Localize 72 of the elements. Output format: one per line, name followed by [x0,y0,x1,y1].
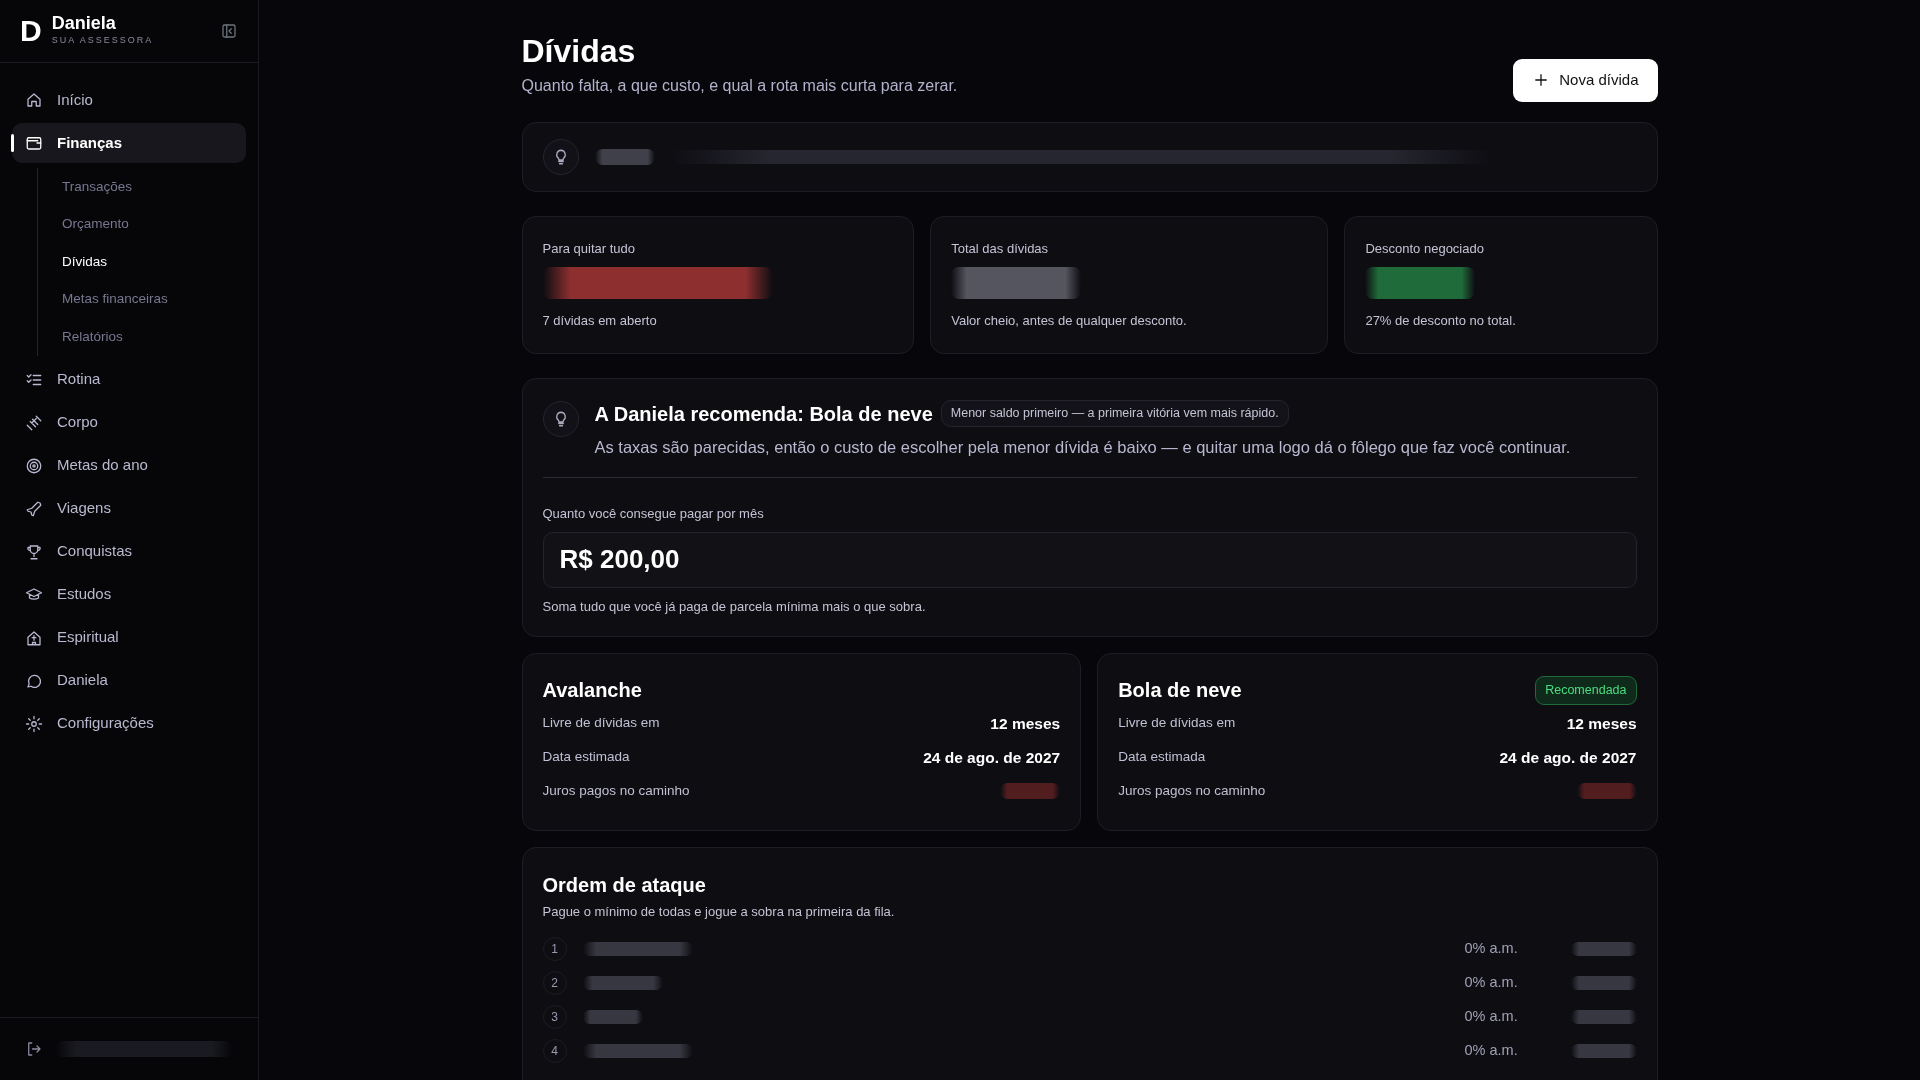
summary-label: Desconto negociado [1365,239,1485,258]
nav-subitem[interactable]: Dívidas [62,243,258,281]
bulb-icon [542,138,579,175]
monthly-payment-field[interactable]: R$ 200,00 [542,531,1637,588]
stat-value: 24 de ago. de 2027 [1499,747,1637,768]
interest-rate: 0% a.m. [1464,1040,1519,1060]
trophy-icon [25,542,43,561]
nav-subitem[interactable]: Orçamento [62,205,258,243]
stat-value: 12 meses [1566,713,1637,734]
page-subtitle: Quanto falta, a que custo, e qual a rota mais curta para zerar. [521,76,958,97]
nav-item[interactable]: Início [12,80,246,120]
stat-label: Livre de dívidas em [542,714,660,733]
section-subtitle: Pague o mínimo de todas e jogue a sobra na primeira da fila. [542,903,896,922]
sidebar-toggle-icon [220,22,238,40]
stat-label: Data estimada [1118,748,1206,767]
interest-rate: 0% a.m. [1464,1006,1519,1026]
summary-note: 7 dívidas em aberto [542,312,658,330]
nav-item[interactable]: Conquistas [12,531,246,572]
nav-item[interactable]: Finanças [12,123,246,163]
stat-label: Juros pagos no caminho [542,782,690,801]
wallet-icon [25,134,43,152]
recommendation-title: A Daniela recomenda: Bola de neve [594,401,933,427]
nav-item[interactable]: Estudos [12,574,246,615]
nav-item[interactable]: Viagens [12,488,246,529]
redacted-text [1570,1009,1637,1024]
redacted-text [1000,783,1061,800]
recommendation-text: As taxas são parecidas, então o custo de escolher pela menor dívida é baixo — e quitar uma logo dá o fôlego que faz você continuar. [594,436,1571,458]
nav-subitem[interactable]: Transações [62,168,258,206]
logout-icon [25,1040,43,1058]
interest-rate: 0% a.m. [1464,938,1519,958]
stat-value: 24 de ago. de 2027 [923,747,1061,768]
strategy-name: Avalanche [542,678,642,704]
summary-note: 27% de desconto no total. [1365,312,1517,330]
stat-label: Livre de dívidas em [1118,714,1236,733]
nav-item[interactable]: Metas do ano [12,445,246,486]
collapse-sidebar-button[interactable] [220,22,238,40]
summary-label: Total das dívidas [951,239,1050,258]
field-label: Quanto você consegue pagar por mês [542,505,765,524]
new-debt-button[interactable]: Nova dívida [1513,59,1658,102]
section-title: Ordem de ataque [542,873,707,899]
interest-rate: 0% a.m. [1464,972,1519,992]
strategy-tag: Menor saldo primeiro — a primeira vitória vem mais rápido. [940,400,1289,427]
app-name: Daniela [51,14,117,35]
redacted-text [594,148,655,165]
recommended-badge: Recomendada [1535,675,1637,705]
nav-subitem[interactable]: Metas financeiras [62,280,258,318]
logout-button[interactable] [25,1040,43,1058]
nav-subitem[interactable]: Relatórios [62,318,258,356]
nav-item[interactable]: Corpo [12,402,246,443]
logo: D [20,16,42,46]
stat-label: Juros pagos no caminho [1118,782,1266,801]
target-icon [25,456,43,475]
nav-item[interactable]: Espiritual [12,617,246,658]
redacted-text [1570,941,1637,956]
strategy-name: Bola de neve [1118,678,1242,704]
summary-note: Valor cheio, antes de qualquer desconto. [951,312,1188,330]
redacted-text [1570,1043,1637,1058]
summary-label: Para quitar tudo [542,239,636,258]
page-title: Dívidas [521,32,637,71]
plane-icon [25,499,43,518]
stat-label: Data estimada [542,748,630,767]
app-subtitle: SUA ASSESSORA [51,34,154,48]
stat-value: 12 meses [990,713,1061,734]
bulb-icon [542,400,579,437]
nav-item[interactable]: Daniela [12,660,246,701]
field-hint: Soma tudo que você já paga de parcela mínima mais o que sobra. [542,597,927,616]
redacted-text [582,1009,643,1024]
nav-item[interactable]: Configurações [12,703,246,744]
home-icon [25,91,43,109]
redacted-text [1570,975,1637,990]
nav-item[interactable]: Rotina [12,359,246,400]
redacted-text [1576,783,1637,800]
